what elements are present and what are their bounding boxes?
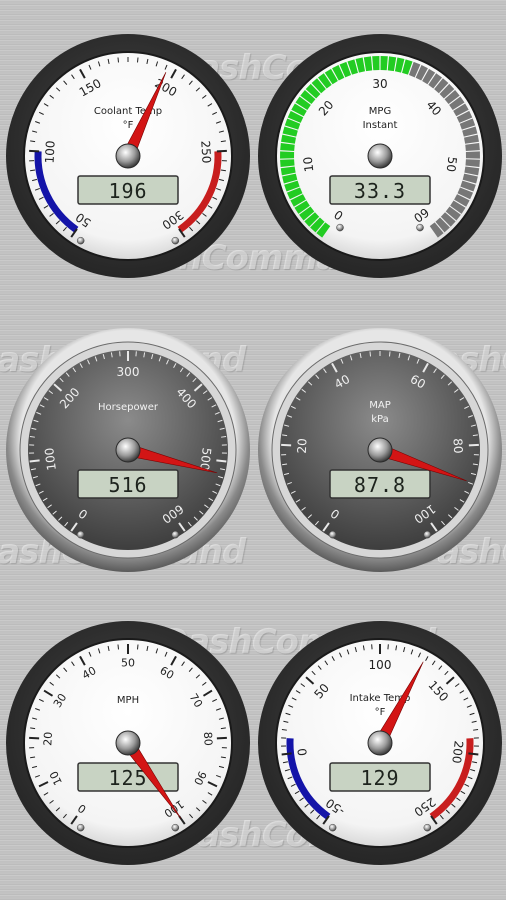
stop-pin [171, 236, 180, 245]
gauge-title: Horsepower [98, 402, 159, 413]
gauge-subtitle: °F [375, 707, 386, 718]
gauge-title: MAP [369, 400, 391, 411]
minor-tick [137, 57, 139, 63]
tick-label: 80 [451, 438, 466, 454]
minor-tick [117, 644, 119, 650]
tick-label: 100 [369, 658, 392, 672]
minor-tick [281, 729, 287, 731]
gauge-title: MPH [117, 695, 139, 706]
bar-segment [280, 151, 295, 159]
minor-tick [369, 351, 371, 357]
map-gauge[interactable]: 0 20 40 60 80 100 MAP kPa 87.8 [256, 326, 504, 574]
intake-temp-gauge[interactable]: -50 0 50 100 150 200 250 Intake Temp °F 129 [256, 619, 504, 867]
coolant-temp-gauge[interactable]: 50 100 150 200 250 300 Coolant Temp °F 196 [4, 32, 252, 280]
gauge-subtitle: kPa [371, 414, 389, 425]
gauge-title: MPG [369, 106, 391, 117]
stop-pin [171, 823, 180, 832]
bar-segment [372, 56, 380, 71]
stop-pin [416, 223, 424, 232]
tick-label: 10 [301, 156, 317, 173]
tick-label: 100 [42, 447, 59, 471]
tick-label: 20 [41, 731, 55, 746]
mpg-gauge[interactable]: 0 10 20 30 40 50 60 MPG Instant 33.3 [256, 32, 504, 280]
minor-tick [473, 729, 479, 731]
stop-pin [328, 530, 337, 539]
major-tick [281, 443, 292, 447]
digital-readout: 196 [108, 179, 147, 203]
needle-hub [367, 437, 393, 463]
stop-pin [171, 530, 180, 539]
needle-hub [115, 730, 141, 756]
tick-label: 200 [449, 740, 466, 764]
tick-label: 80 [201, 731, 215, 746]
needle-hub [367, 730, 393, 756]
tick-label: 50 [444, 156, 460, 173]
major-tick [468, 443, 479, 447]
stop-pin [423, 823, 432, 832]
bar-segment [465, 151, 480, 159]
digital-readout: 33.3 [354, 179, 406, 203]
digital-readout: 87.8 [354, 473, 406, 497]
tick-label: 0 [295, 747, 310, 756]
tick-label: 30 [372, 77, 387, 91]
bar-segment [380, 56, 388, 71]
minor-tick [221, 436, 227, 438]
needle-hub [115, 437, 141, 463]
gauge-subtitle: °F [123, 120, 134, 131]
stop-pin [328, 823, 337, 832]
digital-readout: 516 [108, 473, 147, 497]
tick-label: 20 [295, 438, 310, 454]
major-tick [29, 459, 40, 463]
major-tick [29, 736, 40, 740]
stop-pin [76, 530, 85, 539]
major-tick [281, 752, 292, 756]
horsepower-gauge[interactable]: 0 100 200 300 400 500 600 Horsepower 516 [4, 326, 252, 574]
stop-pin [76, 823, 85, 832]
stop-pin [76, 236, 85, 245]
gauge-subtitle: Instant [363, 120, 398, 131]
major-tick [216, 736, 227, 740]
minor-tick [389, 351, 391, 357]
stop-pin [336, 223, 344, 232]
mph-gauge[interactable]: 0102030405060708090100MPH125 [4, 619, 252, 867]
needle-hub [115, 143, 141, 169]
tick-label: 300 [117, 365, 140, 379]
major-tick [216, 149, 227, 153]
tick-label: 50 [121, 657, 135, 670]
tick-label: 100 [43, 140, 58, 164]
minor-tick [29, 436, 35, 438]
digital-readout: 129 [360, 766, 399, 790]
tick-label: 250 [198, 140, 213, 164]
major-tick [216, 459, 227, 463]
minor-tick [137, 644, 139, 650]
stop-pin [423, 530, 432, 539]
needle-hub [367, 143, 393, 169]
major-tick [468, 752, 479, 756]
minor-tick [117, 57, 119, 63]
major-tick [29, 149, 40, 153]
